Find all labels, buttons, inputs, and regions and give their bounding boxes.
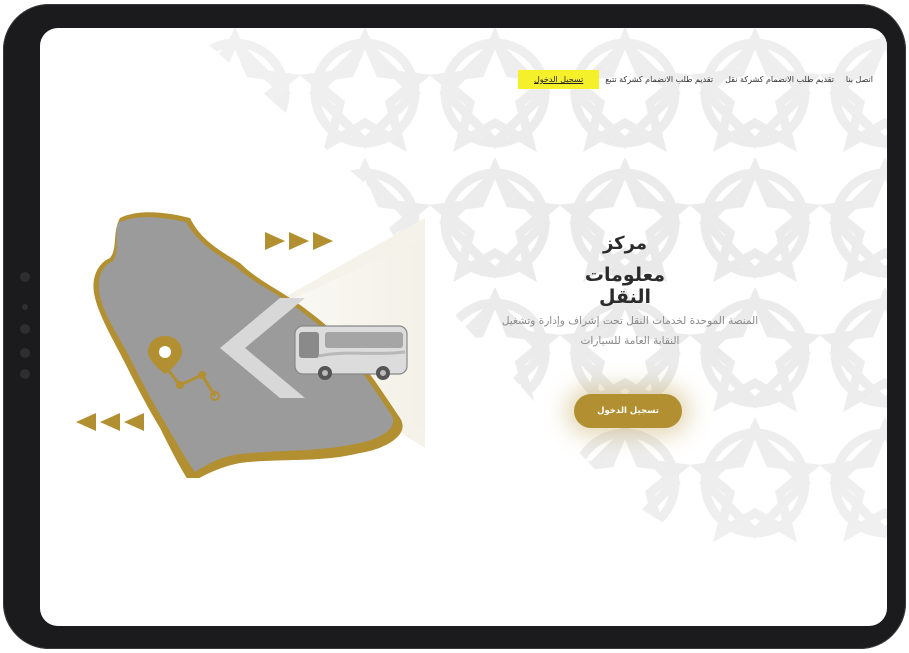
- hero-title-line2: معلومات النقل: [584, 264, 666, 308]
- hero-subtitle: المنصة الموحدة لخدمات النقل تحت إشراف وإ…: [470, 311, 790, 351]
- hero-title-line1: مركز: [602, 233, 647, 254]
- arrow-left-icon: [76, 413, 144, 431]
- bus-icon: [294, 325, 408, 380]
- camera-dot: [20, 324, 30, 334]
- hero-subtitle-line2: النقابة العامة للسيارات: [580, 335, 680, 347]
- route-stop: [198, 371, 206, 379]
- route-stop: [176, 381, 184, 389]
- top-nav: اتصل بنا تقديم طلب الانضمام كشركة نقل تق…: [40, 70, 887, 89]
- hero-subtitle-line1: المنصة الموحدة لخدمات النقل تحت إشراف وإ…: [501, 315, 759, 327]
- camera-dot: [20, 348, 30, 358]
- arrow-right-icon: [265, 232, 333, 250]
- hero-title: مركز معلومات النقل: [560, 233, 690, 308]
- nav-join-tracking-company[interactable]: تقديم طلب الانضمام كشركة تتبع: [599, 75, 719, 84]
- camera-dot: [20, 272, 30, 282]
- nav-join-transport-company[interactable]: تقديم طلب الانضمام كشركة نقل: [719, 75, 840, 84]
- tablet-frame: اتصل بنا تقديم طلب الانضمام كشركة نقل تق…: [3, 4, 906, 649]
- app-screen: اتصل بنا تقديم طلب الانضمام كشركة نقل تق…: [40, 28, 887, 626]
- nav-contact-us[interactable]: اتصل بنا: [840, 75, 879, 84]
- nav-login-link[interactable]: تسجيل الدخول: [517, 70, 600, 89]
- map-illustration: [76, 212, 425, 478]
- camera-dot: [20, 369, 30, 379]
- login-button[interactable]: تسجيل الدخول: [574, 394, 682, 428]
- sensor-dot: [22, 304, 28, 310]
